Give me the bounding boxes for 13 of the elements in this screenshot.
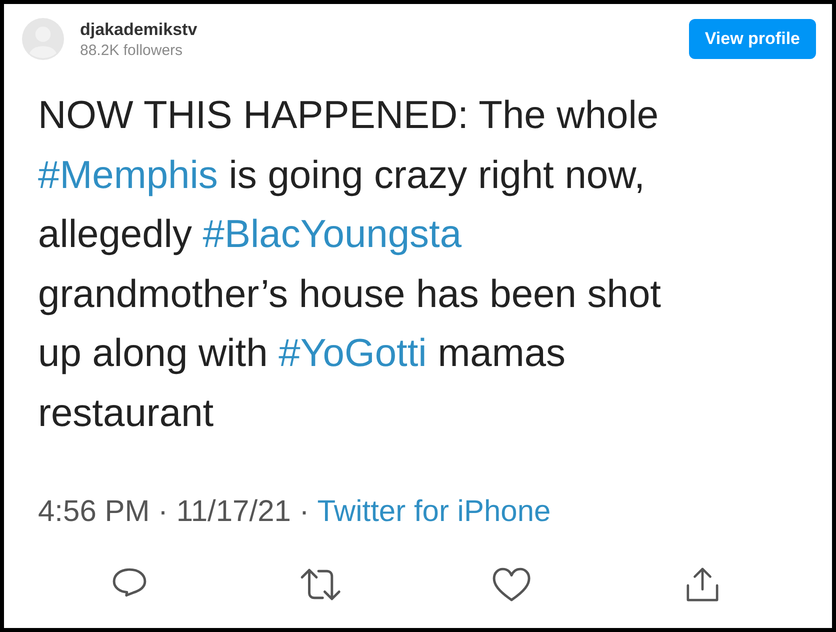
- retweet-icon[interactable]: [300, 567, 342, 602]
- hashtag-link[interactable]: #Memphis: [38, 154, 218, 196]
- hashtag-link[interactable]: #YoGotti: [278, 332, 427, 375]
- username[interactable]: djakademikstv: [80, 20, 198, 40]
- tweet-timestamp: 4:56 PM · 11/17/21 ·: [38, 495, 310, 529]
- hashtag-link[interactable]: #BlacYoungsta: [202, 213, 462, 256]
- avatar-icon: [22, 18, 64, 60]
- view-profile-button[interactable]: View profile: [688, 19, 816, 59]
- tweet-text: NOW THIS HAPPENED: The whole #Memphis is going crazy right now, allegedly #BlacYoungsta grandmother’s house has been shot up along with #YoGotti mamas restaurant: [38, 93, 661, 436]
- share-icon[interactable]: [685, 567, 720, 602]
- source-link[interactable]: Twitter for iPhone: [317, 495, 551, 529]
- follower-count: 88.2K followers: [80, 42, 183, 58]
- heart-icon[interactable]: [492, 567, 532, 602]
